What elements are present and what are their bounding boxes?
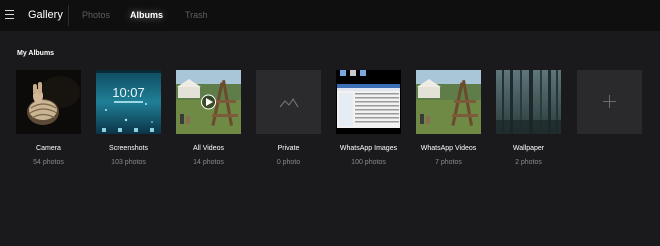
album-thumbnail xyxy=(416,70,481,134)
top-bar: Gallery Photos Albums Trash xyxy=(0,0,660,31)
album-thumbnail xyxy=(16,70,81,134)
album-count: 14 photos xyxy=(193,159,224,166)
album-name: WhatsApp Videos xyxy=(420,145,477,152)
header-divider xyxy=(68,5,69,26)
plus-icon xyxy=(609,95,610,108)
album-camera[interactable]: Camera 54 photos xyxy=(16,70,81,166)
album-count: 54 photos xyxy=(33,159,64,166)
album-thumbnail xyxy=(496,70,561,134)
album-count: 0 photo xyxy=(276,159,301,166)
album-name: Camera xyxy=(36,145,61,152)
album-private[interactable]: Private 0 photo xyxy=(256,70,321,166)
lock-screen-time: 10:07 xyxy=(112,85,145,100)
menu-icon[interactable] xyxy=(5,10,14,19)
album-name: Private xyxy=(277,145,300,152)
album-thumbnail: 10:07 xyxy=(96,70,161,134)
album-whatsapp-videos[interactable]: WhatsApp Videos 7 photos xyxy=(416,70,481,166)
album-name: WhatsApp Images xyxy=(339,145,398,152)
app-title: Gallery xyxy=(28,9,63,21)
tab-albums[interactable]: Albums xyxy=(130,10,163,20)
album-name: All Videos xyxy=(192,145,224,152)
album-name: Screenshots xyxy=(109,145,148,152)
album-screenshots[interactable]: 10:07 Screenshots 103 photos xyxy=(96,70,161,166)
album-thumbnail xyxy=(176,70,241,134)
tab-photos[interactable]: Photos xyxy=(82,10,110,20)
album-count: 100 photos xyxy=(351,159,386,166)
album-count: 7 photos xyxy=(435,159,462,166)
album-whatsapp-images[interactable]: WhatsApp Images 100 photos xyxy=(336,70,401,166)
section-title: My Albums xyxy=(17,50,55,57)
album-count: 103 photos xyxy=(111,159,146,166)
album-wallpaper[interactable]: Wallpaper 2 photos xyxy=(496,70,561,166)
tab-trash[interactable]: Trash xyxy=(185,10,208,20)
album-thumbnail xyxy=(336,70,401,134)
image-placeholder-icon xyxy=(256,70,321,134)
album-name: Wallpaper xyxy=(512,145,545,152)
album-all-videos[interactable]: All Videos 14 photos xyxy=(176,70,241,166)
add-album-button[interactable] xyxy=(577,70,642,134)
album-thumbnail xyxy=(256,70,321,134)
album-count: 2 photos xyxy=(515,159,542,166)
